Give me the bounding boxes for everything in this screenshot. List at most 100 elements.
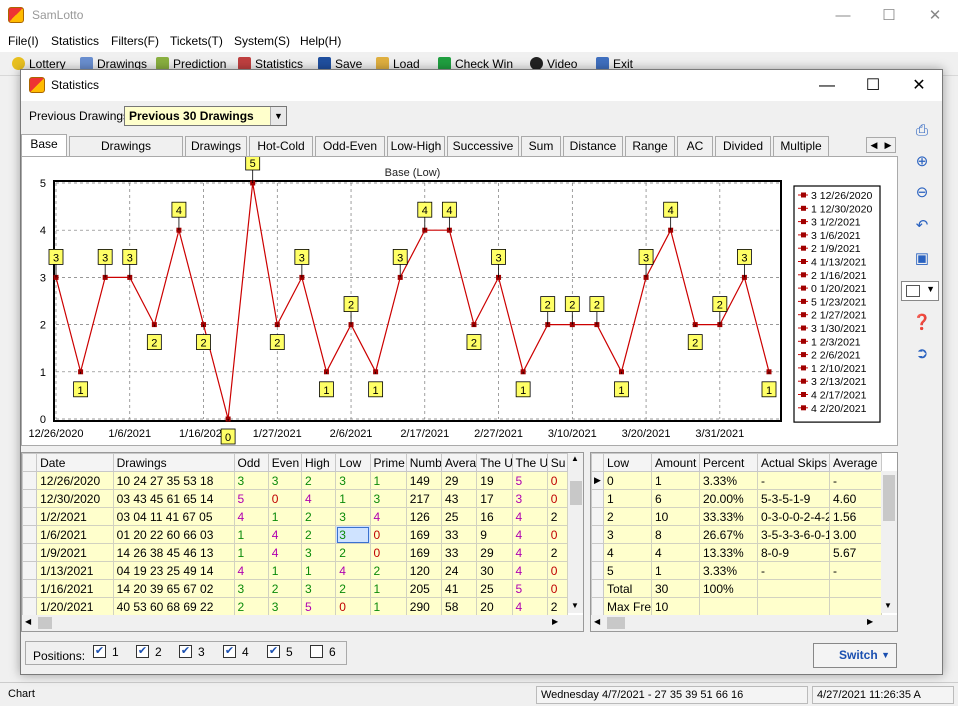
table-row[interactable]: 1/9/2021 14 26 38 45 46 13 1 4 3 2 0 169 33 29 4 2 — [22, 543, 569, 562]
table-row[interactable]: 1/20/2021 40 53 60 68 69 22 2 3 5 0 1 290 58 20 4 2 — [22, 597, 569, 616]
table-cell[interactable]: 4 — [233, 507, 269, 526]
table-cell[interactable]: 1/6/2021 — [36, 525, 114, 544]
statistics-minimize-icon[interactable]: — — [804, 70, 850, 101]
table-cell[interactable]: 0 — [267, 489, 303, 508]
tab-distance[interactable]: Distance — [563, 136, 623, 156]
table-cell[interactable]: 217 — [405, 489, 443, 508]
table-cell[interactable]: 3 — [335, 507, 371, 526]
table-row[interactable]: 1/13/2021 04 19 23 25 49 14 4 1 1 4 2 120 24 30 4 0 — [22, 561, 569, 580]
table-cell[interactable]: 58 — [441, 597, 478, 616]
table-cell[interactable]: 5 — [300, 597, 337, 616]
table-cell[interactable]: 2 — [335, 543, 371, 562]
position-checkbox-2[interactable]: ✔ — [136, 645, 149, 658]
menu-filters[interactable]: Filters(F) — [111, 34, 159, 48]
row-indicator[interactable] — [22, 525, 38, 544]
tab-scroll-left-icon[interactable]: ◀ — [867, 138, 881, 152]
position-checkbox-4[interactable]: ✔ — [223, 645, 236, 658]
table-cell[interactable]: 2 — [546, 597, 569, 616]
table-cell[interactable]: 169 — [405, 525, 443, 544]
table-cell[interactable]: 30 — [476, 561, 513, 580]
table-cell[interactable]: - — [757, 561, 830, 580]
table-cell[interactable]: 4 — [267, 543, 303, 562]
table-cell[interactable]: 1/9/2021 — [36, 543, 114, 562]
table-cell[interactable]: 20 — [476, 597, 513, 616]
table-cell[interactable]: 2 — [300, 471, 337, 490]
column-header[interactable]: Number — [405, 453, 443, 472]
table-cell[interactable]: 1 — [651, 471, 700, 490]
table-cell[interactable]: 2 — [546, 543, 569, 562]
table-cell[interactable]: 4 — [603, 543, 652, 562]
chart-color-select[interactable]: ▼ — [901, 281, 939, 301]
row-indicator[interactable] — [591, 579, 604, 598]
table-cell[interactable]: 5 — [603, 561, 652, 580]
table-cell[interactable]: 3-5-3-3-6-0-1 — [757, 525, 830, 544]
table-cell[interactable]: 40 53 60 68 69 22 — [112, 597, 235, 616]
table-cell[interactable]: 41 — [441, 579, 478, 598]
table-cell[interactable]: - — [829, 471, 882, 490]
table-cell[interactable]: 4 — [267, 525, 303, 544]
chevron-down-icon[interactable]: ▼ — [270, 107, 286, 125]
table-cell[interactable]: 9 — [476, 525, 513, 544]
table-cell[interactable]: 0 — [369, 543, 407, 562]
table-cell[interactable]: 4 — [511, 543, 548, 562]
table-cell[interactable]: 14 20 39 65 67 02 — [112, 579, 235, 598]
table-cell[interactable]: 10 24 27 35 53 18 — [112, 471, 235, 490]
exit-icon[interactable]: ➲ — [911, 343, 933, 365]
table-cell[interactable]: 3 — [233, 471, 269, 490]
table-cell[interactable]: 33 — [441, 525, 478, 544]
table-cell[interactable]: 2 — [233, 597, 269, 616]
table-row[interactable]: 5 1 3.33% - - — [591, 561, 882, 580]
row-indicator[interactable] — [22, 543, 38, 562]
table-cell[interactable]: 0 — [546, 525, 569, 544]
table-cell[interactable]: 2 — [335, 579, 371, 598]
menu-help[interactable]: Help(H) — [300, 34, 341, 48]
table-cell[interactable]: 4 — [511, 597, 548, 616]
table-cell[interactable]: 25 — [441, 507, 478, 526]
low-stats-hscroll[interactable]: ◀ ▶ — [591, 615, 897, 631]
column-header[interactable]: Average — [441, 453, 478, 472]
row-indicator[interactable] — [591, 597, 604, 616]
table-cell[interactable]: 3 — [300, 579, 337, 598]
tab-drawings[interactable]: Drawings — [185, 136, 247, 156]
table-cell[interactable]: 290 — [405, 597, 443, 616]
save-chart-icon[interactable]: ▣ — [911, 248, 933, 270]
row-indicator[interactable] — [591, 561, 604, 580]
table-cell[interactable]: 25 — [476, 579, 513, 598]
scroll-left-icon[interactable]: ◀ — [25, 617, 31, 626]
table-cell[interactable]: 3 — [335, 471, 371, 490]
menu-file[interactable]: File(I) — [8, 34, 39, 48]
statistics-close-icon[interactable]: ✕ — [896, 70, 942, 101]
tab-low-high[interactable]: Low-High — [387, 136, 445, 156]
column-header[interactable]: Even — [267, 453, 303, 472]
tab-base[interactable]: Base — [21, 134, 67, 156]
table-cell[interactable]: 8 — [651, 525, 700, 544]
table-cell[interactable]: 0 — [603, 471, 652, 490]
row-indicator[interactable] — [591, 507, 604, 526]
column-header[interactable]: The U — [511, 453, 548, 472]
table-cell[interactable]: 04 19 23 25 49 14 — [112, 561, 235, 580]
table-cell[interactable]: 1 — [369, 471, 407, 490]
table-cell[interactable]: 5.67 — [829, 543, 882, 562]
scroll-thumb[interactable] — [570, 481, 582, 505]
table-row[interactable]: 12/30/2020 03 43 45 61 65 14 5 0 4 1 3 217 43 17 3… — [22, 489, 569, 508]
table-cell[interactable]: Total — [603, 579, 652, 598]
table-cell[interactable]: 3.00 — [829, 525, 882, 544]
table-cell[interactable]: 1/16/2021 — [36, 579, 114, 598]
tab-divided[interactable]: Divided — [715, 136, 771, 156]
table-cell[interactable]: 29 — [476, 543, 513, 562]
table-cell[interactable]: 0 — [369, 525, 407, 544]
print-icon[interactable]: ⎙ — [911, 120, 933, 142]
position-checkbox-3[interactable]: ✔ — [179, 645, 192, 658]
table-cell[interactable]: 126 — [405, 507, 443, 526]
tab-scroll[interactable]: ◀ ▶ — [866, 137, 896, 153]
table-cell[interactable]: 4 — [511, 561, 548, 580]
table-cell[interactable]: 4 — [335, 561, 371, 580]
column-header[interactable]: Actual Skips — [757, 453, 830, 472]
table-cell[interactable]: 0 — [546, 471, 569, 490]
column-header[interactable]: Date — [36, 453, 114, 472]
table-cell[interactable]: 1/20/2021 — [36, 597, 114, 616]
table-cell[interactable]: 2 — [267, 579, 303, 598]
scroll-right-icon[interactable]: ▶ — [867, 617, 873, 626]
scroll-thumb[interactable] — [607, 617, 625, 629]
table-row[interactable]: ▶ 0 1 3.33% - - — [591, 471, 882, 490]
